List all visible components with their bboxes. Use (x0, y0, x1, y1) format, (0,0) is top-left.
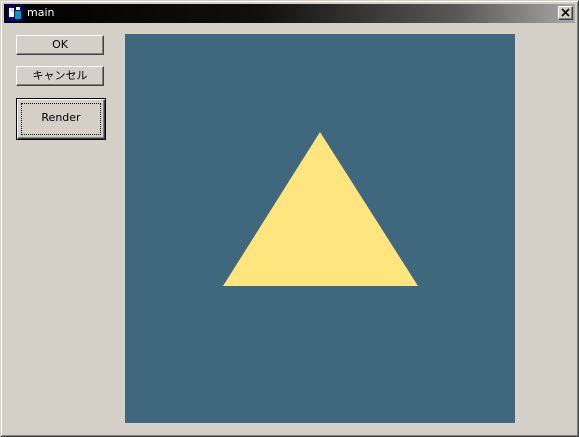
window-title: main (27, 6, 55, 19)
ok-button[interactable]: OK (16, 35, 104, 55)
triangle (223, 132, 418, 286)
render-canvas[interactable] (125, 34, 515, 423)
close-button[interactable] (558, 6, 573, 20)
title-bar[interactable]: main (4, 4, 575, 23)
render-button[interactable]: Render (16, 98, 106, 140)
app-icon (7, 5, 23, 21)
close-icon (561, 8, 570, 17)
canvas-drawing (223, 132, 418, 286)
main-window: main OK キャンセル Render (0, 0, 579, 437)
cancel-button[interactable]: キャンセル (16, 66, 104, 86)
render-button-label: Render (41, 111, 81, 124)
